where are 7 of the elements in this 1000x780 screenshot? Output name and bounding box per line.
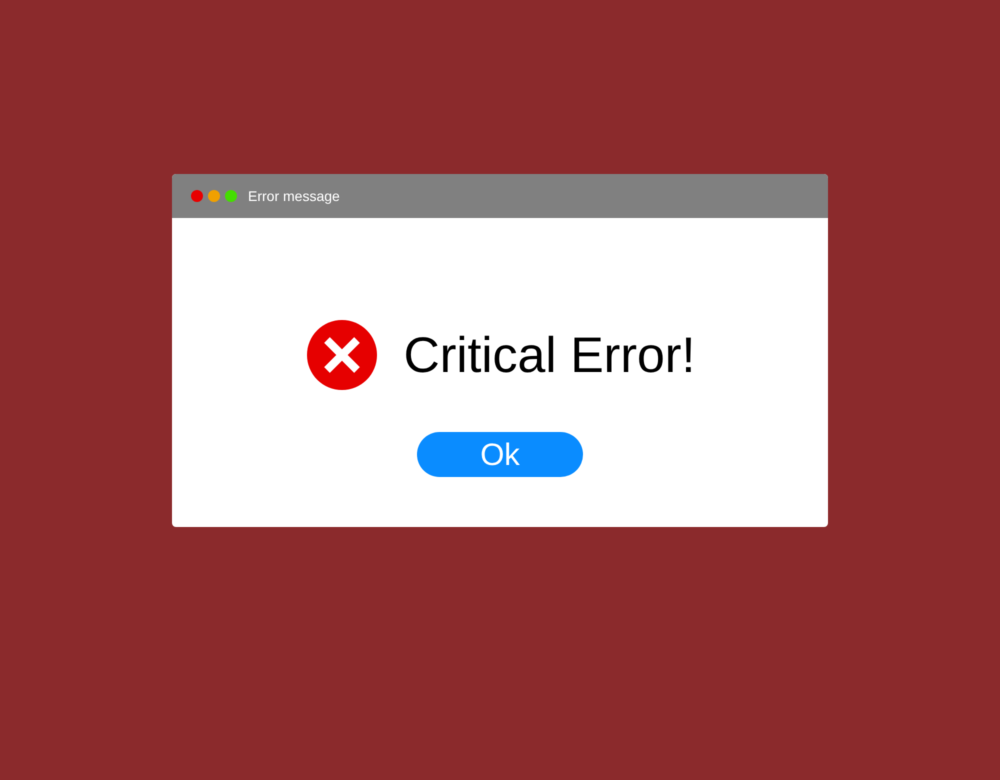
window-control-dot[interactable] — [208, 190, 220, 202]
window-control-dot[interactable] — [225, 190, 237, 202]
error-message: Critical Error! — [404, 326, 696, 384]
error-icon — [306, 320, 377, 390]
ok-button[interactable]: Ok — [417, 432, 583, 477]
window-control-dot[interactable] — [191, 190, 203, 202]
window-title: Error message — [248, 188, 340, 204]
